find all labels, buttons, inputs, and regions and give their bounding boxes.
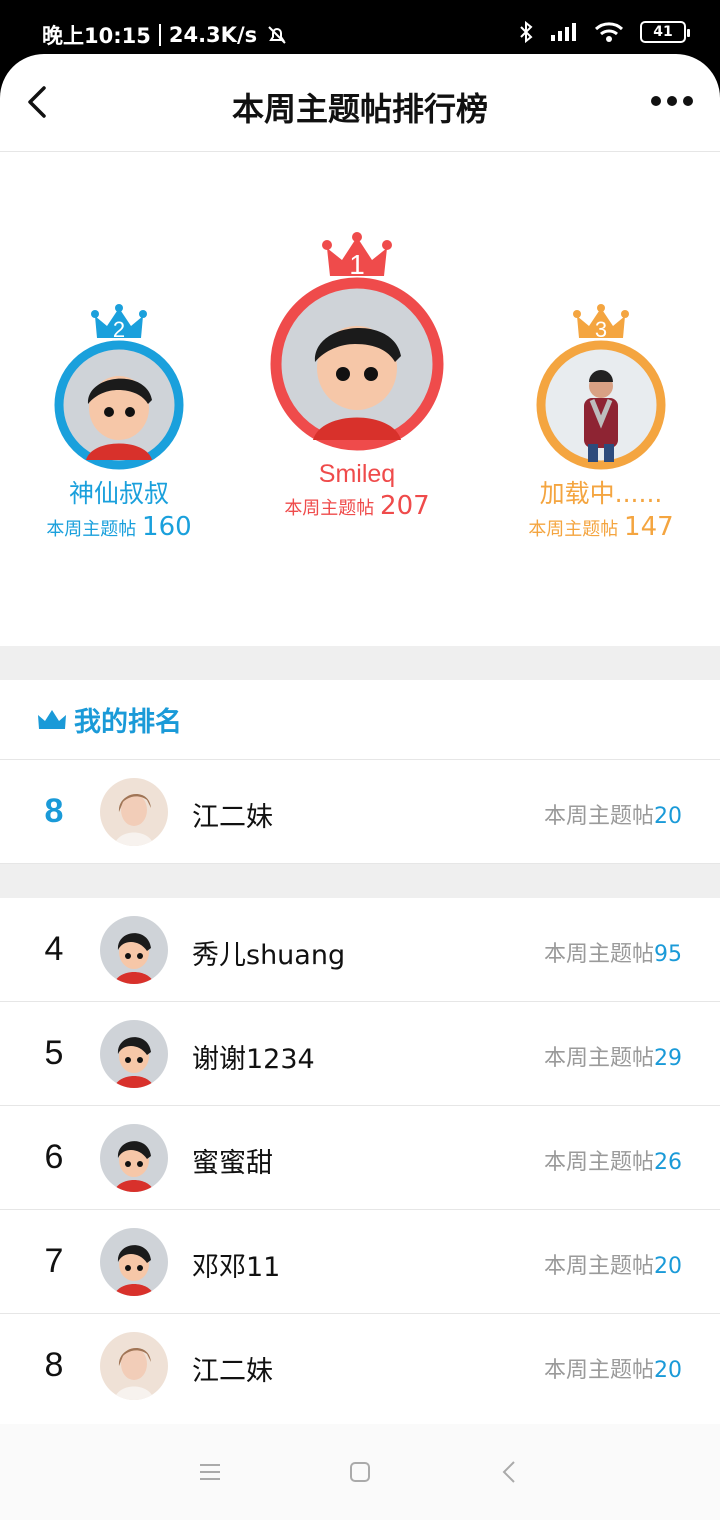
score-label: 本周主题帖 bbox=[528, 519, 619, 540]
my-rank-header: 我的排名 bbox=[0, 680, 720, 760]
count-value: 26 bbox=[654, 1150, 682, 1175]
user-name: 邓邓11 bbox=[192, 1252, 281, 1283]
score-value: 147 bbox=[624, 512, 674, 542]
score-value: 207 bbox=[380, 491, 430, 521]
rank-number: 6 bbox=[44, 1138, 64, 1176]
crown-rank-number: 3 bbox=[595, 317, 607, 342]
podium-rank-2[interactable]: 2 神仙叔叔 本周主题帖 160 bbox=[34, 304, 204, 542]
avatar bbox=[536, 340, 666, 470]
avatar bbox=[100, 916, 168, 984]
rank-list: 4 秀儿shuang 本周主题帖95 5 谢谢1234 本周主题帖29 6 蜜蜜… bbox=[0, 898, 720, 1418]
count-label: 本周主题帖 bbox=[543, 1150, 654, 1175]
battery-icon: 41 bbox=[640, 21, 690, 43]
user-name: 蜜蜜甜 bbox=[192, 1148, 273, 1179]
top-three-podium: 2 神仙叔叔 本周主题帖 160 1 Smileq 本周主题帖 207 3 加载… bbox=[0, 152, 720, 646]
podium-score: 本周主题帖 207 bbox=[262, 491, 452, 521]
rank-number: 8 bbox=[44, 1346, 64, 1384]
list-item[interactable]: 7 邓邓11 本周主题帖20 bbox=[0, 1210, 720, 1314]
crown-icon: 2 bbox=[91, 304, 147, 342]
podium-score: 本周主题帖 147 bbox=[516, 512, 686, 542]
status-time: 晚上10:15 bbox=[42, 24, 151, 48]
system-navigation-bar bbox=[0, 1424, 720, 1520]
count-value: 29 bbox=[654, 1046, 682, 1071]
score-label: 本周主题帖 bbox=[284, 498, 375, 519]
podium-name: 加载中...... bbox=[539, 479, 663, 508]
avatar bbox=[54, 340, 184, 470]
avatar bbox=[100, 1124, 168, 1192]
bluetooth-icon bbox=[520, 20, 533, 44]
post-count: 本周主题帖20 bbox=[544, 1352, 682, 1384]
list-item[interactable]: 8 江二妹 本周主题帖20 bbox=[0, 1314, 720, 1418]
avatar bbox=[100, 778, 168, 846]
top-nav-bar: 本周主题帖排行榜 bbox=[0, 54, 720, 152]
list-item[interactable]: 6 蜜蜜甜 本周主题帖26 bbox=[0, 1106, 720, 1210]
podium-name: Smileq bbox=[318, 460, 396, 488]
signal-icon bbox=[551, 23, 576, 41]
score-value: 160 bbox=[142, 512, 192, 542]
avatar bbox=[100, 1228, 168, 1296]
count-label: 本周主题帖 bbox=[543, 1254, 654, 1279]
status-left: 晚上10:15 24.3K/s bbox=[42, 20, 289, 50]
count-label: 本周主题帖 bbox=[543, 1046, 654, 1071]
list-item[interactable]: 4 秀儿shuang 本周主题帖95 bbox=[0, 898, 720, 1002]
avatar bbox=[100, 1332, 168, 1400]
user-name: 江二妹 bbox=[192, 802, 273, 833]
page-title: 本周主题帖排行榜 bbox=[231, 90, 488, 128]
count-label: 本周主题帖 bbox=[543, 804, 654, 829]
user-name: 谢谢1234 bbox=[192, 1044, 315, 1075]
post-count: 本周主题帖26 bbox=[544, 1144, 682, 1176]
crown-icon bbox=[38, 709, 66, 729]
list-item[interactable]: 5 谢谢1234 本周主题帖29 bbox=[0, 1002, 720, 1106]
my-rank-title: 我的排名 bbox=[74, 707, 182, 738]
post-count: 本周主题帖20 bbox=[544, 1248, 682, 1280]
user-name: 江二妹 bbox=[192, 1356, 273, 1387]
crown-rank-number: 2 bbox=[113, 317, 125, 342]
crown-icon: 1 bbox=[322, 232, 392, 280]
avatar bbox=[100, 1020, 168, 1088]
status-speed: 24.3K/s bbox=[168, 23, 258, 47]
count-value: 20 bbox=[654, 1358, 682, 1383]
score-label: 本周主题帖 bbox=[46, 519, 137, 540]
wifi-icon bbox=[594, 22, 624, 42]
menu-icon[interactable] bbox=[196, 1458, 224, 1486]
more-options-icon[interactable] bbox=[650, 94, 694, 108]
mute-bell-icon bbox=[268, 26, 286, 44]
count-value: 20 bbox=[654, 804, 682, 829]
count-label: 本周主题帖 bbox=[543, 1358, 654, 1383]
user-name: 秀儿shuang bbox=[192, 940, 346, 971]
post-count: 本周主题帖95 bbox=[544, 936, 682, 968]
section-divider bbox=[0, 864, 720, 898]
status-separator bbox=[158, 24, 161, 46]
post-count: 本周主题帖29 bbox=[544, 1040, 682, 1072]
crown-rank-number: 1 bbox=[349, 249, 365, 280]
count-value: 95 bbox=[654, 942, 682, 967]
rank-number: 7 bbox=[44, 1242, 64, 1280]
rank-number: 8 bbox=[44, 792, 64, 830]
crown-icon: 3 bbox=[573, 304, 629, 342]
back-icon[interactable] bbox=[496, 1458, 524, 1486]
count-label: 本周主题帖 bbox=[543, 942, 654, 967]
rank-number: 5 bbox=[44, 1034, 64, 1072]
count-value: 20 bbox=[654, 1254, 682, 1279]
app-window: 本周主题帖排行榜 2 神仙叔叔 本周主题帖 160 1 Smileq 本周主题帖… bbox=[0, 54, 720, 1520]
rank-number: 4 bbox=[44, 930, 64, 968]
podium-name: 神仙叔叔 bbox=[68, 479, 169, 508]
my-rank-row[interactable]: 8 江二妹 本周主题帖20 bbox=[0, 760, 720, 864]
section-divider bbox=[0, 646, 720, 680]
avatar bbox=[270, 277, 444, 451]
home-icon[interactable] bbox=[346, 1458, 374, 1486]
status-right: 41 bbox=[518, 20, 690, 44]
podium-rank-3[interactable]: 3 加载中...... 本周主题帖 147 bbox=[516, 304, 686, 542]
podium-rank-1[interactable]: 1 Smileq 本周主题帖 207 bbox=[262, 232, 452, 521]
battery-level: 41 bbox=[653, 24, 673, 40]
podium-score: 本周主题帖 160 bbox=[34, 512, 204, 542]
post-count: 本周主题帖20 bbox=[544, 798, 682, 830]
